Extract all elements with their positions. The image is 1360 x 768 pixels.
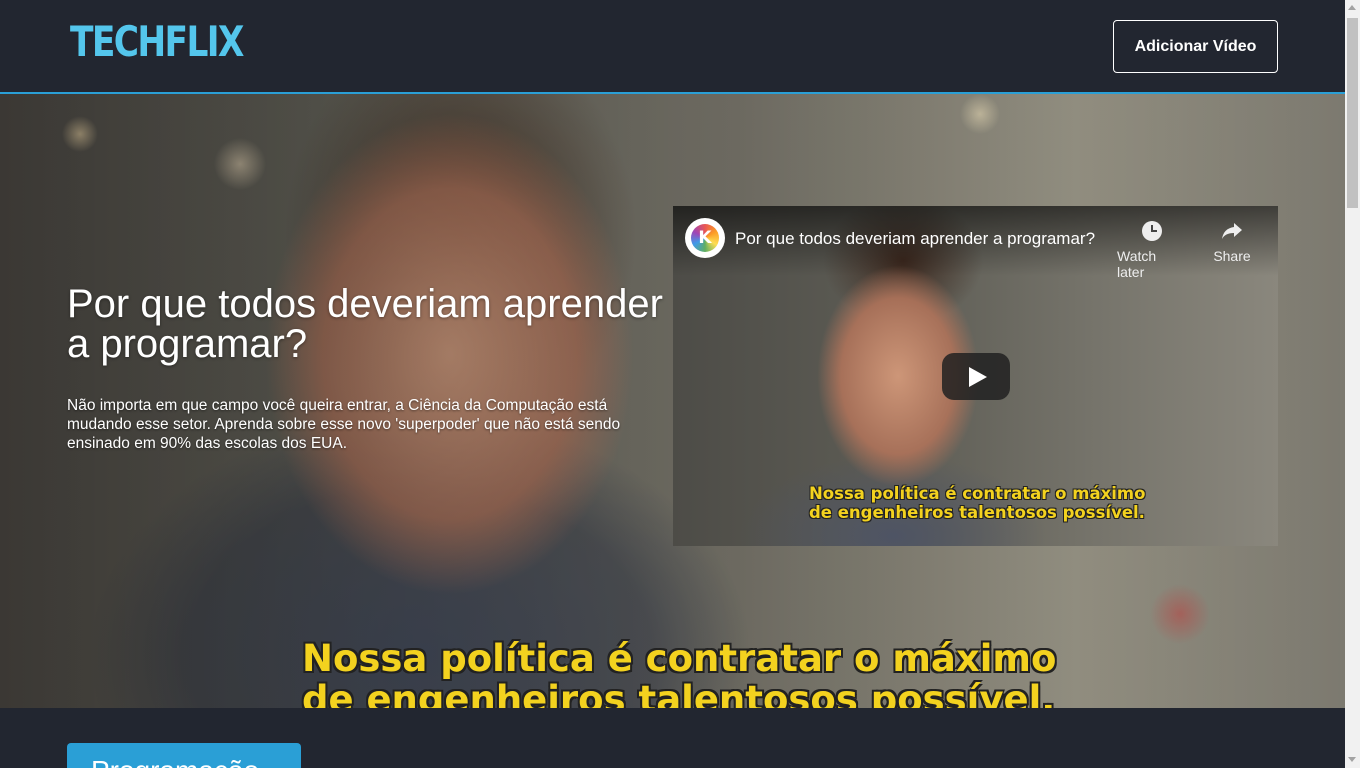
- channel-initial: K: [698, 228, 712, 248]
- site-logo[interactable]: TECHFLIX: [70, 18, 244, 66]
- category-section: Programação: [0, 708, 1345, 768]
- watch-later-button[interactable]: Watch later: [1117, 218, 1187, 280]
- scroll-thumb[interactable]: [1347, 18, 1358, 208]
- site-header: TECHFLIX Adicionar Vídeo: [0, 0, 1345, 94]
- clock-icon: [1139, 218, 1165, 244]
- share-button[interactable]: Share: [1209, 218, 1255, 264]
- video-subtitle-line-1: Nossa política é contratar o máximo: [809, 484, 1146, 503]
- video-player[interactable]: K Por que todos deveriam aprender a prog…: [673, 206, 1278, 546]
- banner-subtitle: Nossa política é contratar o máximo de e…: [302, 638, 1102, 708]
- scroll-down-icon[interactable]: [1348, 757, 1356, 762]
- play-button[interactable]: [942, 353, 1010, 400]
- page-scrollbar[interactable]: [1345, 0, 1360, 768]
- watch-later-label: Watch later: [1117, 248, 1157, 280]
- banner-subtitle-line-1: Nossa política é contratar o máximo: [302, 637, 1057, 680]
- video-subtitle: Nossa política é contratar o máximo de e…: [809, 484, 1229, 522]
- banner-subtitle-line-2: de engenheiros talentosos possível.: [302, 678, 1056, 708]
- video-title[interactable]: Por que todos deveriam aprender a progra…: [735, 228, 1105, 250]
- banner-description: Não importa em que campo você queira ent…: [67, 397, 621, 452]
- add-video-button[interactable]: Adicionar Vídeo: [1113, 20, 1278, 73]
- share-label: Share: [1213, 248, 1251, 264]
- category-title: Programação: [67, 743, 301, 768]
- main-banner: Por que todos deveriam aprender a progra…: [0, 94, 1345, 708]
- scroll-up-icon[interactable]: [1348, 5, 1356, 10]
- channel-avatar[interactable]: K: [685, 218, 725, 258]
- banner-title: Por que todos deveriam aprender a progra…: [67, 282, 663, 366]
- video-subtitle-line-2: de engenheiros talentosos possível.: [809, 503, 1145, 522]
- share-icon: [1219, 218, 1245, 244]
